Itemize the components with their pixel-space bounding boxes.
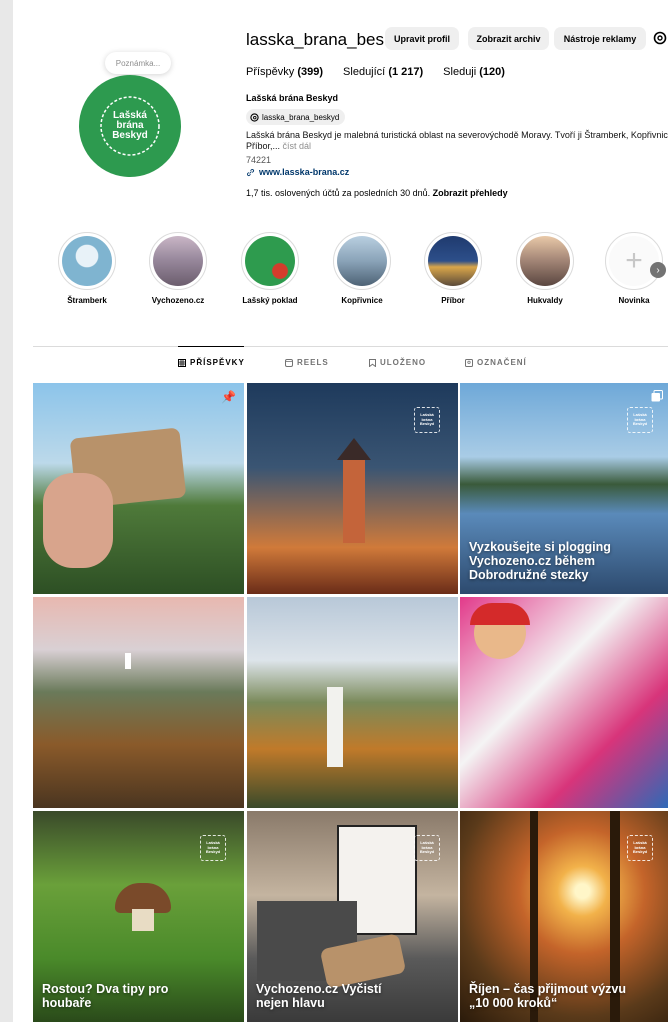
tagged-user-icon xyxy=(465,358,473,367)
post-tile[interactable]: Lašská brána Beskyd xyxy=(247,383,458,594)
tab-tagged[interactable]: OZNAČENÍ xyxy=(465,358,527,367)
followers-stat[interactable]: Sledující (1 217) xyxy=(343,66,423,78)
post-tower-image xyxy=(343,453,365,543)
profile-full-name: Lašská brána Beskyd xyxy=(246,93,339,103)
posts-stat[interactable]: Příspěvky (399) xyxy=(246,66,323,78)
carousel-icon xyxy=(651,390,663,402)
reels-icon xyxy=(285,358,293,367)
tab-reels[interactable]: REELS xyxy=(285,358,329,367)
highlight-stramberk[interactable]: Štramberk xyxy=(42,232,132,305)
plus-icon: + xyxy=(609,236,659,286)
profile-avatar[interactable]: Lašská brána Beskyd xyxy=(79,75,181,177)
profile-page: Poznámka... Lašská brána Beskyd lasska_bra… xyxy=(13,0,668,1022)
settings-gear-icon[interactable] xyxy=(652,30,668,46)
post-tile[interactable] xyxy=(247,597,458,808)
highlight-label: Hukvaldy xyxy=(527,296,563,305)
highlight-cover xyxy=(153,236,203,286)
link-icon xyxy=(246,168,255,176)
post-tile[interactable]: Lašská brána Beskyd Vyzkoušejte si plogg… xyxy=(460,383,668,594)
note-bubble[interactable]: Poznámka... xyxy=(105,52,171,74)
post-tower-image xyxy=(125,653,131,669)
post-hand-image xyxy=(43,473,113,568)
active-tab-indicator xyxy=(178,346,244,347)
highlight-label: Štramberk xyxy=(67,296,107,305)
highlights-next-arrow-icon[interactable]: › xyxy=(650,262,666,278)
tab-saved[interactable]: ULOŽENO xyxy=(369,358,426,367)
brand-stamp-logo: Lašská brána Beskyd xyxy=(627,407,653,433)
post-tile[interactable]: Lašská brána Beskyd Říjen – čas přijmout… xyxy=(460,811,668,1022)
post-caption: Vyzkoušejte si plogging Vychozeno.cz běh… xyxy=(469,540,611,582)
tab-posts[interactable]: PŘÍSPĚVKY xyxy=(178,358,245,367)
post-caption: Vychozeno.cz Vyčistí nejen hlavu xyxy=(256,982,382,1010)
post-tile[interactable] xyxy=(33,597,244,808)
grid-icon xyxy=(178,358,186,367)
highlight-cover xyxy=(520,236,570,286)
website-link[interactable]: www.lasska-brana.cz xyxy=(246,167,349,177)
highlight-label: Novinka xyxy=(618,296,650,305)
bio-read-more-link[interactable]: číst dál xyxy=(283,141,312,151)
tabs-divider xyxy=(33,346,668,347)
profile-username: lasska_brana_bes... xyxy=(246,30,399,49)
post-tile[interactable]: Lašská brána Beskyd Rostou? Dva tipy pro… xyxy=(33,811,244,1022)
highlight-label: Vychozeno.cz xyxy=(151,296,205,305)
highlight-cover xyxy=(337,236,387,286)
edit-profile-button[interactable]: Upravit profil xyxy=(385,27,459,50)
profile-bio: Lašská brána Beskyd je malebná turistick… xyxy=(246,130,668,151)
posts-grid: 📌 Lašská brána Beskyd Lašská brána Besky… xyxy=(33,383,668,1022)
highlight-hukvaldy[interactable]: Hukvaldy xyxy=(500,232,590,305)
post-church-image xyxy=(327,687,343,767)
profile-stats: Příspěvky (399) Sledující (1 217) Sleduj… xyxy=(246,66,505,78)
bio-postal-code: 74221 xyxy=(246,155,272,165)
post-tile[interactable]: 📌 xyxy=(33,383,244,594)
post-tile[interactable]: Lašská brána Beskyd Vychozeno.cz Vyčistí… xyxy=(247,811,458,1022)
profile-tabs: PŘÍSPĚVKY REELS ULOŽENO OZNAČENÍ xyxy=(33,358,653,372)
threads-handle: lasska_brana_beskyd xyxy=(262,112,340,122)
insights-summary: 1,7 tis. oslovených účtů za posledních 3… xyxy=(246,188,508,198)
post-caption: Říjen – čas přijmout výzvu „10 000 kroků… xyxy=(469,982,626,1010)
highlight-label: Lašský poklad xyxy=(242,296,298,305)
highlight-label: Příbor xyxy=(441,296,465,305)
brand-stamp-logo: Lašská brána Beskyd xyxy=(414,407,440,433)
pin-icon: 📌 xyxy=(221,390,236,404)
story-highlights: Štramberk Vychozeno.cz Lašský poklad Kop… xyxy=(29,232,668,312)
highlight-pribor[interactable]: Příbor xyxy=(408,232,498,305)
ad-tools-button[interactable]: Nástroje reklamy xyxy=(554,27,646,50)
post-tile[interactable] xyxy=(460,597,668,808)
brand-stamp-logo: Lašská brána Beskyd xyxy=(627,835,653,861)
highlight-label: Kopřivnice xyxy=(341,296,383,305)
highlight-cover xyxy=(62,236,112,286)
highlight-lassky-poklad[interactable]: Lašský poklad xyxy=(225,232,315,305)
brand-stamp-logo: Lašská brána Beskyd xyxy=(414,835,440,861)
bookmark-icon xyxy=(369,358,376,367)
view-insights-link[interactable]: Zobrazit přehledy xyxy=(433,188,508,198)
post-caption: Rostou? Dva tipy pro houbaře xyxy=(42,982,169,1010)
view-archive-button[interactable]: Zobrazit archiv xyxy=(468,27,549,50)
highlight-koprivnice[interactable]: Kopřivnice xyxy=(317,232,407,305)
brand-stamp-logo: Lašská brána Beskyd xyxy=(200,835,226,861)
highlight-cover xyxy=(245,236,295,286)
following-stat[interactable]: Sleduji (120) xyxy=(443,66,505,78)
threads-badge[interactable]: lasska_brana_beskyd xyxy=(246,109,346,125)
avatar-logo: Lašská brána Beskyd xyxy=(97,93,163,159)
highlight-cover xyxy=(428,236,478,286)
threads-icon xyxy=(250,112,259,122)
highlight-vychozeno[interactable]: Vychozeno.cz xyxy=(133,232,223,305)
